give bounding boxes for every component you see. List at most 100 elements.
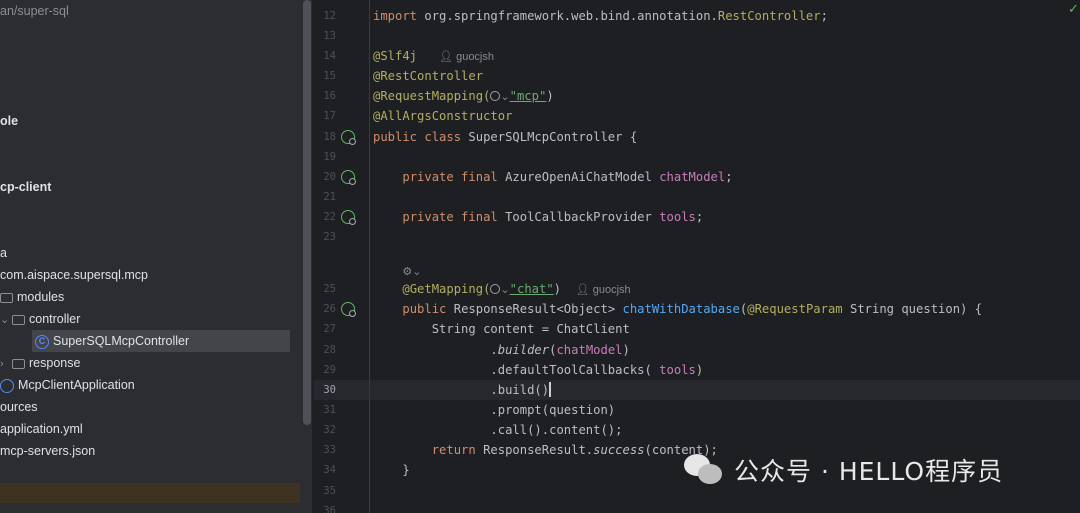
code-token: } (402, 463, 410, 477)
tree-item-mcp-client-application[interactable]: McpClientApplication (0, 374, 135, 396)
line-number: 34 (323, 464, 336, 476)
dropdown-chevron-icon[interactable]: ⌄ (500, 284, 509, 296)
code-line-33[interactable]: return ResponseResult.success(content); (373, 440, 718, 460)
check-icon[interactable]: ✓ (1068, 1, 1079, 17)
project-scrollbar-thumb[interactable] (303, 0, 311, 425)
highlighted-row (0, 483, 300, 503)
line-number: 13 (323, 30, 336, 42)
code-token: chatModel (556, 343, 623, 357)
endpoint-gutter-icon[interactable] (341, 302, 356, 317)
code-token: ; (695, 210, 704, 224)
line-number: 14 (323, 50, 336, 62)
tree-item-controller[interactable]: ⌄ controller (0, 308, 80, 330)
code-token: chatModel (659, 170, 726, 184)
user-icon: 👤︎ (439, 51, 454, 63)
project-panel: an/super-sql ole cp-client a com.aispace… (0, 0, 302, 513)
tree-item-package[interactable]: com.aispace.supersql.mcp (0, 264, 148, 286)
code-token: public class (373, 130, 462, 144)
code-token: builder (497, 343, 550, 357)
code-token: ResponseResult<Object> (446, 302, 623, 316)
code-token: @RequestParam (747, 302, 843, 316)
spring-bean-gutter-icon[interactable] (341, 210, 356, 225)
tree-item-application-yml[interactable]: application.yml (0, 418, 83, 440)
line-number: 36 (323, 505, 336, 513)
code-token: "mcp" (509, 89, 547, 103)
code-line-17[interactable]: @AllArgsConstructor (373, 106, 512, 126)
line-number: 22 (323, 211, 336, 223)
code-line-32[interactable]: .call().content(); (373, 420, 622, 440)
code-vision-icon[interactable]: ⚙︎⌄ (402, 266, 421, 278)
folder-icon (0, 292, 13, 303)
tree-item-response[interactable]: › response (0, 352, 80, 374)
gutter-separator (369, 0, 370, 513)
globe-icon[interactable] (490, 284, 501, 294)
code-line-31[interactable]: .prompt(question) (373, 400, 615, 420)
folder-icon (12, 358, 25, 369)
code-token: .defaultToolCallbacks( (490, 363, 660, 377)
code-token: ToolCallbackProvider (497, 210, 660, 224)
tree-item-mcp-servers-json[interactable]: mcp-servers.json (0, 440, 95, 462)
tree-item-resources[interactable]: ources (0, 396, 38, 418)
code-line-20[interactable]: private final AzureOpenAiChatModel chatM… (373, 167, 733, 187)
code-token: private final (402, 170, 498, 184)
code-token: .prompt(question) (490, 403, 616, 417)
code-token: @RequestMapping( (373, 89, 491, 103)
code-token: . (490, 343, 498, 357)
panel-divider[interactable] (312, 0, 314, 513)
tree-item-module[interactable]: ole (0, 110, 18, 132)
line-number: 19 (323, 151, 336, 163)
tree-item-modules[interactable]: modules (0, 286, 64, 308)
code-line-14[interactable]: @Slf4j 👤︎ guocjsh (373, 46, 494, 66)
code-line-12[interactable]: import org.springframework.web.bind.anno… (373, 6, 828, 26)
tree-item-label: McpClientApplication (18, 378, 135, 392)
watermark-text: 公众号 · HELLO程序员 (734, 457, 1004, 486)
code-token: ) (541, 383, 550, 397)
code-token: chatWithDatabase (622, 302, 740, 316)
author-hint[interactable]: 👤︎ guocjsh (576, 284, 631, 296)
code-token: SuperSQLMcpController { (461, 130, 638, 144)
code-token: public (402, 302, 447, 316)
code-line-25[interactable]: @GetMapping(⌄"chat") 👤︎ guocjsh (373, 279, 631, 299)
chevron-down-icon[interactable]: ⌄ (0, 309, 12, 331)
code-line-30[interactable]: .build() (373, 380, 551, 400)
tree-item-label: controller (29, 312, 81, 326)
user-icon: 👤︎ (575, 284, 590, 296)
wechat-logo-icon (684, 452, 724, 488)
code-line-16[interactable]: @RequestMapping(⌄"mcp") (373, 86, 554, 106)
code-token: RestController (717, 9, 821, 23)
tree-item-mcp-client[interactable]: cp-client (0, 176, 51, 198)
code-line-22[interactable]: private final ToolCallbackProvider tools… (373, 207, 703, 227)
code-token: tools (659, 363, 696, 377)
dropdown-chevron-icon[interactable]: ⌄ (500, 91, 509, 103)
folder-icon (12, 314, 25, 325)
class-icon: C (35, 334, 49, 349)
chevron-right-icon[interactable]: › (0, 353, 12, 375)
code-line-34[interactable]: } (373, 460, 410, 480)
line-number: 26 (323, 303, 336, 315)
code-line-27[interactable]: String content = ChatClient (373, 319, 630, 339)
tree-item-supersql-controller[interactable]: C SuperSQLMcpController (32, 330, 290, 352)
author-hint[interactable]: 👤︎ guocjsh (439, 51, 494, 63)
line-number: 17 (323, 110, 336, 122)
code-line-26[interactable]: public ResponseResult<Object> chatWithDa… (373, 299, 982, 319)
line-number: 27 (323, 323, 336, 335)
tree-item-java[interactable]: a (0, 242, 7, 264)
code-line-15[interactable]: @RestController (373, 66, 483, 86)
code-token: org.springframework.web.bind.annotation. (417, 9, 718, 23)
spring-bean-gutter-icon[interactable] (341, 130, 356, 145)
line-number: 31 (323, 404, 336, 416)
line-number: 35 (323, 485, 336, 497)
application-icon (0, 378, 14, 393)
code-vision-row[interactable]: ⚙︎⌄ (373, 261, 421, 281)
code-line-18[interactable]: public class SuperSQLMcpController { (373, 127, 637, 147)
line-number: 16 (323, 90, 336, 102)
code-token: String question) { (842, 302, 983, 316)
code-token: "chat" (509, 282, 554, 296)
line-number: 12 (323, 10, 336, 22)
code-line-28[interactable]: .builder(chatModel) (373, 340, 629, 360)
code-token: ; (725, 170, 733, 184)
spring-bean-gutter-icon[interactable] (341, 170, 356, 185)
tree-item-label: modules (17, 290, 65, 304)
globe-icon[interactable] (490, 91, 501, 101)
code-line-29[interactable]: .defaultToolCallbacks( tools) (373, 360, 703, 380)
